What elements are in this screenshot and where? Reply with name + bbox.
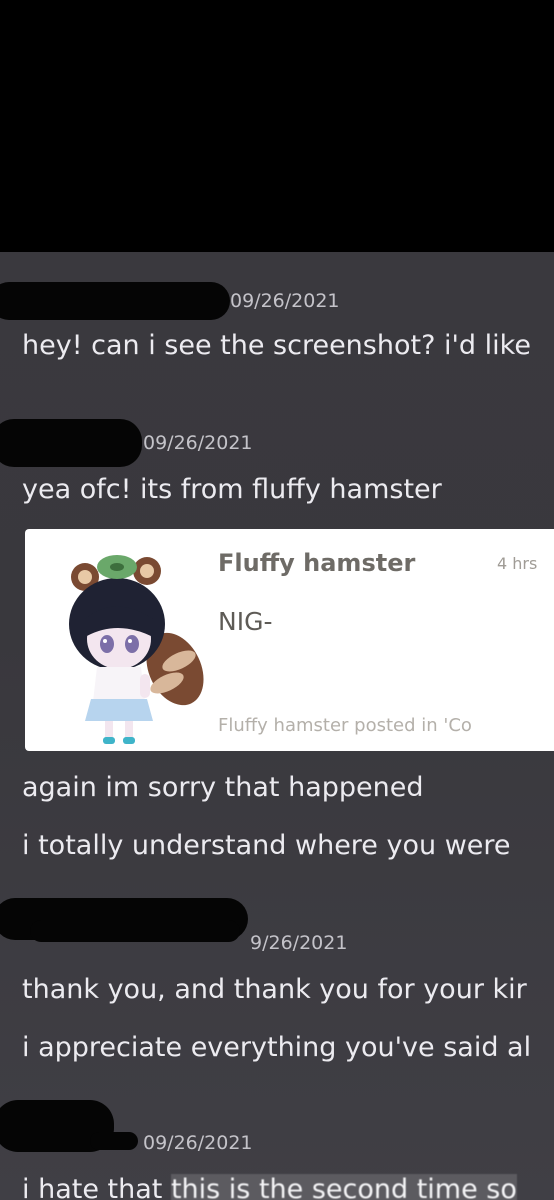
embed-author-name[interactable]: Fluffy hamster bbox=[218, 549, 415, 577]
message-timestamp: 09/26/2021 bbox=[143, 432, 253, 454]
redacted-username-extra bbox=[30, 920, 240, 942]
embed-footer-text: Fluffy hamster posted in 'Co bbox=[218, 715, 472, 736]
chibi-character-avatar-icon bbox=[69, 555, 204, 744]
message-text: i appreciate everything you've said al bbox=[22, 1032, 532, 1063]
message-text: yea ofc! its from fluffy hamster bbox=[22, 474, 442, 505]
message-text: thank you, and thank you for your kir bbox=[22, 974, 527, 1005]
blurred-message-text: this is the second time so bbox=[170, 1174, 517, 1200]
embed-body-text: NIG- bbox=[218, 607, 273, 636]
message-text: i hate that this is the second time so bbox=[22, 1174, 517, 1200]
chat-message-list[interactable]: 09/26/2021 hey! can i see the screenshot… bbox=[0, 252, 554, 1200]
redacted-username bbox=[0, 419, 142, 467]
screenshot-screen: 09/26/2021 hey! can i see the screenshot… bbox=[0, 0, 554, 1200]
redacted-username-extra bbox=[90, 1132, 138, 1150]
embedded-post-card[interactable]: Fluffy hamster 4 hrs NIG- Fluffy hamster… bbox=[25, 529, 554, 751]
message-text: hey! can i see the screenshot? i'd like bbox=[22, 330, 531, 361]
embed-time: 4 hrs bbox=[497, 554, 538, 573]
message-timestamp: 09/26/2021 bbox=[143, 1132, 253, 1154]
message-timestamp: 9/26/2021 bbox=[250, 932, 348, 954]
message-timestamp: 09/26/2021 bbox=[230, 290, 340, 312]
message-text: again im sorry that happened bbox=[22, 772, 424, 803]
top-black-area bbox=[0, 0, 554, 252]
message-text: i totally understand where you were bbox=[22, 830, 511, 861]
message-text-start: i hate that bbox=[22, 1174, 163, 1200]
redacted-username bbox=[0, 282, 230, 320]
